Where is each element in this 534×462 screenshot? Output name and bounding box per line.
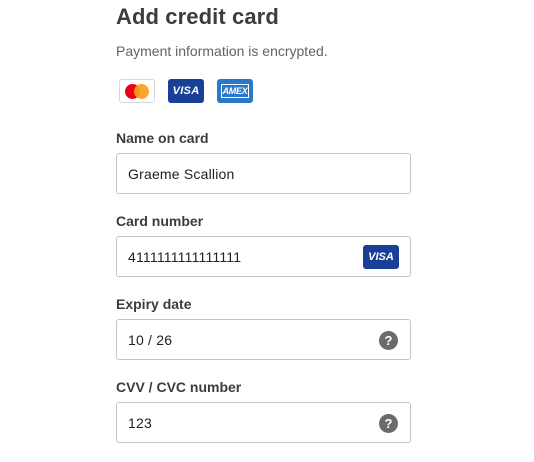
expiry-date-label: Expiry date [116,296,192,312]
amex-logo-text: AMEX [220,84,250,98]
name-on-card-input[interactable]: Graeme Scallion [116,153,411,194]
expiry-help-icon[interactable]: ? [379,331,398,350]
visa-logo-icon: VISA [168,79,204,103]
cvv-label: CVV / CVC number [116,379,242,395]
card-number-label: Card number [116,213,204,229]
card-number-input[interactable]: 4111111111111111 VISA [116,236,411,277]
amex-logo-icon: AMEX [217,79,253,103]
visa-badge-icon: VISA [363,245,399,269]
name-on-card-label: Name on card [116,130,209,146]
expiry-date-value: 10 / 26 [128,332,173,348]
cvv-help-icon[interactable]: ? [379,414,398,433]
card-number-value: 4111111111111111 [128,249,242,265]
encryption-notice: Payment information is encrypted. [116,43,328,59]
expiry-date-input[interactable]: 10 / 26 ? [116,319,411,360]
accepted-cards: VISA AMEX [119,79,253,103]
page-title: Add credit card [116,4,279,29]
cvv-value: 123 [128,415,152,431]
cvv-input[interactable]: 123 ? [116,402,411,443]
name-on-card-value: Graeme Scallion [128,166,235,182]
mastercard-logo-icon [119,79,155,103]
